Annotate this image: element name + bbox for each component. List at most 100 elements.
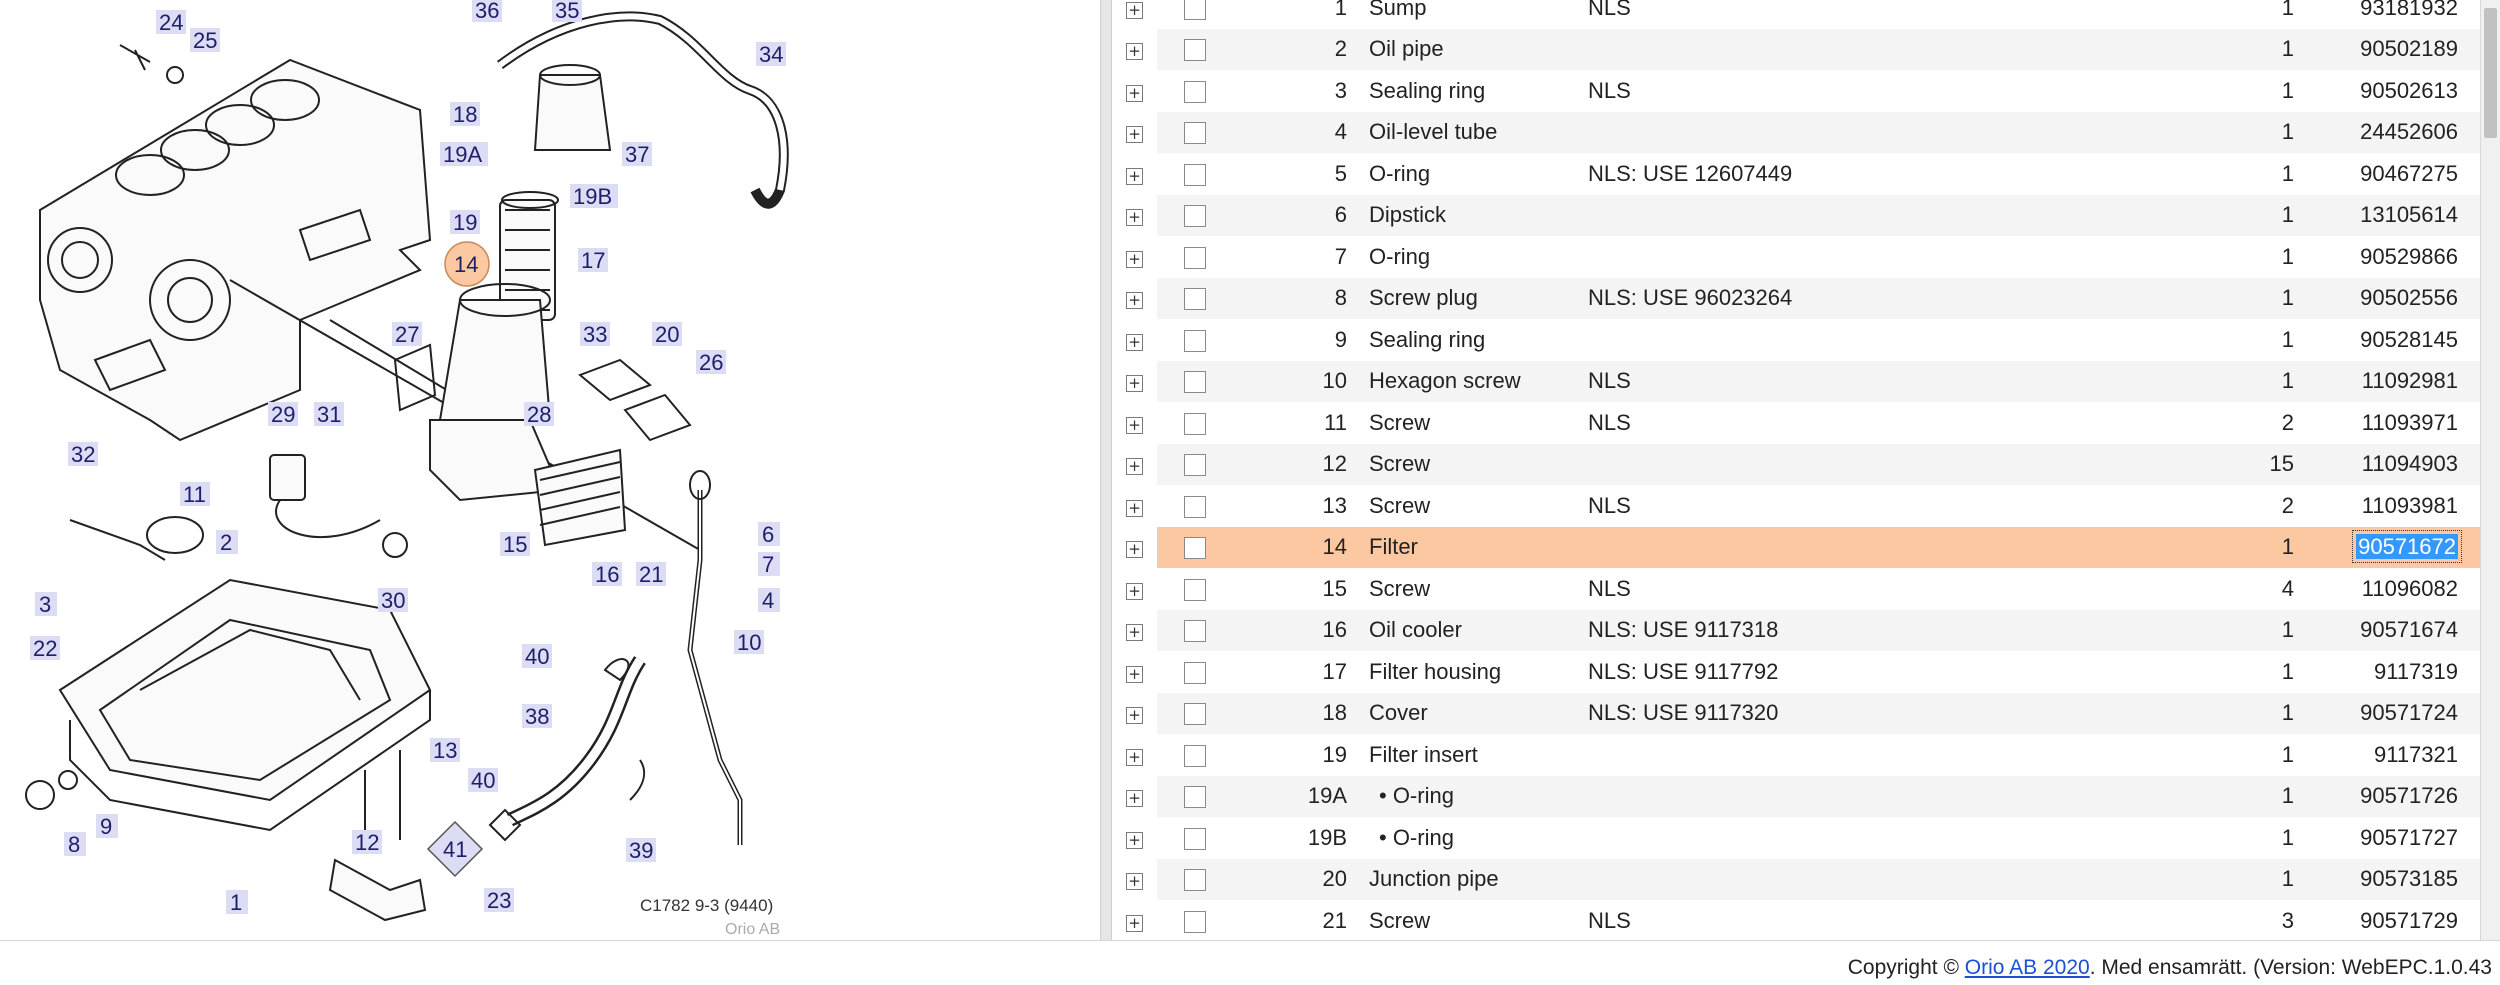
part-number[interactable]: 90528145: [2360, 327, 2458, 352]
callout-15[interactable]: 15: [500, 532, 530, 557]
expand-plus-icon[interactable]: +: [1126, 582, 1143, 600]
table-row[interactable]: +4 Oil-level tube 1 24452606: [1112, 111, 2480, 153]
part-number[interactable]: 90502613: [2360, 78, 2458, 103]
table-row[interactable]: +14 Filter 1 90571672: [1112, 526, 2480, 568]
table-row[interactable]: +19B • O-ring 1 90571727: [1112, 817, 2480, 859]
table-row[interactable]: +1 Sump NLS 1 93181932: [1112, 0, 2480, 29]
row-checkbox[interactable]: [1184, 537, 1206, 560]
table-row[interactable]: +20 Junction pipe 1 90573185: [1112, 858, 2480, 900]
part-number[interactable]: 90571724: [2360, 700, 2458, 725]
callout-9[interactable]: 9: [96, 814, 118, 839]
table-row[interactable]: +19 Filter insert 1 9117321: [1112, 734, 2480, 776]
row-checkbox[interactable]: [1184, 163, 1206, 186]
callout-40-bottom[interactable]: 40: [468, 768, 498, 793]
row-checkbox[interactable]: [1184, 786, 1206, 809]
callout-23[interactable]: 23: [484, 888, 514, 913]
part-number[interactable]: 11094903: [2362, 451, 2458, 476]
part-number-cell[interactable]: 24452606: [2306, 111, 2480, 153]
expand-plus-icon[interactable]: +: [1126, 43, 1143, 61]
part-number-cell[interactable]: 90528145: [2306, 319, 2480, 361]
part-number-cell[interactable]: 90502556: [2306, 277, 2480, 319]
expand-plus-icon[interactable]: +: [1126, 1, 1143, 19]
table-row[interactable]: +19A • O-ring 1 90571726: [1112, 775, 2480, 817]
part-number-cell[interactable]: 90573185: [2306, 858, 2480, 900]
callout-13[interactable]: 13: [430, 738, 460, 763]
callout-36[interactable]: 36: [472, 0, 502, 23]
callout-25[interactable]: 25: [190, 28, 220, 53]
part-number-cell[interactable]: 11092981: [2306, 360, 2480, 402]
table-row[interactable]: +7 O-ring 1 90529866: [1112, 236, 2480, 278]
callout-2[interactable]: 2: [216, 530, 238, 555]
table-row[interactable]: +3 Sealing ring NLS 1 90502613: [1112, 70, 2480, 112]
callout-7[interactable]: 7: [758, 552, 780, 577]
expand-plus-icon[interactable]: +: [1126, 292, 1143, 310]
part-number-cell[interactable]: 90502613: [2306, 70, 2480, 112]
row-checkbox[interactable]: [1184, 80, 1206, 103]
callout-19a[interactable]: 19A: [440, 142, 488, 167]
part-number-cell[interactable]: 11096082: [2306, 568, 2480, 610]
table-row[interactable]: +10 Hexagon screw NLS 1 11092981: [1112, 360, 2480, 402]
callout-38[interactable]: 38: [522, 704, 552, 729]
orio-link[interactable]: Orio AB 2020: [1965, 956, 2090, 979]
row-checkbox[interactable]: [1184, 744, 1206, 767]
callout-21[interactable]: 21: [636, 562, 666, 587]
table-row[interactable]: +9 Sealing ring 1 90528145: [1112, 319, 2480, 361]
callout-8[interactable]: 8: [64, 832, 86, 857]
part-number-cell[interactable]: 93181932: [2306, 0, 2480, 29]
part-number[interactable]: 13105614: [2360, 202, 2458, 227]
row-checkbox[interactable]: [1184, 869, 1206, 892]
part-number-cell[interactable]: 90529866: [2306, 236, 2480, 278]
scrollbar-thumb[interactable]: [2484, 8, 2497, 138]
row-checkbox[interactable]: [1184, 620, 1206, 643]
part-number[interactable]: 90571674: [2360, 617, 2458, 642]
part-number-cell[interactable]: 90502189: [2306, 28, 2480, 70]
table-row[interactable]: +21 Screw NLS 3 90571729: [1112, 900, 2480, 940]
part-number[interactable]: 11093971: [2362, 410, 2458, 435]
callout-19b[interactable]: 19B: [570, 184, 618, 209]
table-row[interactable]: +17 Filter housing NLS: USE 9117792 1 911731…: [1112, 651, 2480, 693]
part-number-cell[interactable]: 90571672: [2306, 526, 2480, 568]
part-number[interactable]: 90529866: [2360, 244, 2458, 269]
table-row[interactable]: +5 O-ring NLS: USE 12607449 1 90467275: [1112, 153, 2480, 195]
row-checkbox[interactable]: [1184, 578, 1206, 601]
part-number[interactable]: 90573185: [2360, 866, 2458, 891]
table-row[interactable]: +15 Screw NLS 4 11096082: [1112, 568, 2480, 610]
part-number[interactable]: 11092981: [2362, 368, 2458, 393]
callout-3[interactable]: 3: [35, 592, 57, 617]
part-number-cell[interactable]: 90571727: [2306, 817, 2480, 859]
callout-12[interactable]: 12: [352, 830, 382, 855]
callout-24[interactable]: 24: [156, 10, 186, 35]
row-checkbox[interactable]: [1184, 371, 1206, 394]
expand-plus-icon[interactable]: +: [1126, 126, 1143, 144]
part-number[interactable]: 9117321: [2374, 742, 2458, 767]
expand-plus-icon[interactable]: +: [1126, 831, 1143, 849]
expand-plus-icon[interactable]: +: [1126, 209, 1143, 227]
callout-19[interactable]: 19: [450, 210, 480, 235]
table-row[interactable]: +13 Screw NLS 2 11093981: [1112, 485, 2480, 527]
expand-plus-icon[interactable]: +: [1126, 665, 1143, 683]
callout-33[interactable]: 33: [580, 322, 610, 347]
expand-plus-icon[interactable]: +: [1126, 333, 1143, 351]
row-checkbox[interactable]: [1184, 827, 1206, 850]
row-checkbox[interactable]: [1184, 288, 1206, 311]
row-checkbox[interactable]: [1184, 703, 1206, 726]
expand-plus-icon[interactable]: +: [1126, 84, 1143, 102]
part-number-cell[interactable]: 11093981: [2306, 485, 2480, 527]
table-row[interactable]: +12 Screw 15 11094903: [1112, 443, 2480, 485]
row-checkbox[interactable]: [1184, 39, 1206, 62]
table-row[interactable]: +6 Dipstick 1 13105614: [1112, 194, 2480, 236]
row-checkbox[interactable]: [1184, 0, 1206, 20]
expand-plus-icon[interactable]: +: [1126, 707, 1143, 725]
part-number[interactable]: 90502189: [2360, 36, 2458, 61]
callout-4[interactable]: 4: [758, 588, 780, 613]
callout-10[interactable]: 10: [734, 630, 764, 655]
callout-17[interactable]: 17: [578, 248, 608, 273]
callout-41[interactable]: 41: [426, 820, 484, 878]
part-number-cell[interactable]: 11094903: [2306, 443, 2480, 485]
row-checkbox[interactable]: [1184, 122, 1206, 145]
part-number-cell[interactable]: 90571729: [2306, 900, 2480, 940]
callout-40-top[interactable]: 40: [522, 644, 552, 669]
callout-31[interactable]: 31: [314, 402, 344, 427]
part-number-cell[interactable]: 90571674: [2306, 609, 2480, 651]
callout-29[interactable]: 29: [268, 402, 298, 427]
